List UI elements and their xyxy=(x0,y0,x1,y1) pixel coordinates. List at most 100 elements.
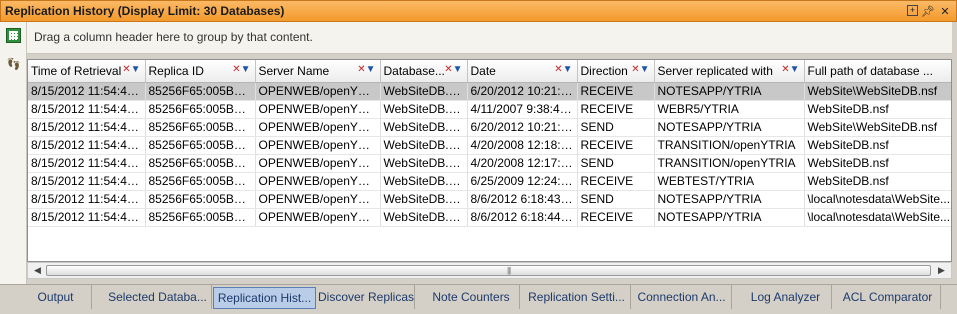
horizontal-scrollbar[interactable]: ◀ ||| ▶ xyxy=(27,262,952,279)
table-cell: OPENWEB/openYTRIA xyxy=(255,82,381,101)
table-cell: SEND xyxy=(577,118,655,137)
column-header-label: Replica ID xyxy=(148,63,204,78)
table-cell: 6/20/2012 10:21:4... xyxy=(467,118,578,137)
table-row[interactable]: 8/15/2012 11:54:41 ... 85256F65:005B578F O… xyxy=(28,190,951,209)
table-cell: 6/20/2012 10:21:4... xyxy=(467,82,578,101)
table-cell: 85256F65:005B578F xyxy=(145,136,256,155)
table-cell: NOTESAPP/YTRIA xyxy=(654,190,805,209)
table-cell: RECEIVE xyxy=(577,172,655,191)
column-header-label: Time of Retrieval xyxy=(31,63,122,78)
table-cell: 85256F65:005B578F xyxy=(145,82,256,101)
filter-icon[interactable]: ✕▼ xyxy=(631,64,649,75)
grid-view-icon[interactable] xyxy=(6,28,21,43)
column-header-label: Date xyxy=(470,63,496,78)
table-cell: NOTESAPP/YTRIA xyxy=(654,118,805,137)
tab[interactable]: Log Analyzer xyxy=(740,285,832,309)
tab-label: Replication Hist... xyxy=(217,291,312,305)
scroll-left-icon[interactable]: ◀ xyxy=(30,264,45,277)
table-cell: 8/6/2012 6:18:43 ... xyxy=(467,190,578,209)
table-cell: WebSiteDB.nsf xyxy=(380,118,468,137)
tab[interactable]: Selected Databa... xyxy=(104,285,212,309)
close-icon[interactable]: ✕ xyxy=(938,4,952,18)
restore-icon[interactable]: + xyxy=(907,5,918,16)
table-cell: WebSite\WebSiteDB.nsf xyxy=(804,82,951,101)
table-cell: 8/15/2012 11:54:41 ... xyxy=(28,172,146,191)
tab[interactable]: Discover Replicas xyxy=(318,285,415,309)
scroll-right-icon[interactable]: ▶ xyxy=(934,264,949,277)
filter-icon[interactable]: ✕▼ xyxy=(444,64,462,75)
window-controls: + 📌︎ ✕ xyxy=(907,4,952,18)
tab-label: Log Analyzer xyxy=(750,290,821,304)
table-row[interactable]: 8/15/2012 11:54:41 ... 85256F65:005B578F O… xyxy=(28,172,951,191)
table-cell: WebSiteDB.nsf xyxy=(380,154,468,173)
table-cell: WebSiteDB.nsf xyxy=(380,190,468,209)
group-by-area[interactable]: Drag a column header here to group by th… xyxy=(27,22,952,54)
table-row[interactable]: 8/15/2012 11:54:41 ... 85256F65:005B578F O… xyxy=(28,82,951,101)
table-row[interactable]: 8/15/2012 11:54:41 ... 85256F65:005B578F O… xyxy=(28,100,951,119)
table-cell: 8/15/2012 11:54:41 ... xyxy=(28,136,146,155)
table-row[interactable]: 8/15/2012 11:54:41 ... 85256F65:005B578F O… xyxy=(28,208,951,227)
tab[interactable]: Note Counters xyxy=(423,285,520,309)
tab-label: Discover Replicas xyxy=(318,290,415,304)
replication-history-grid: Time of Retrieval ✕▼ Replica ID ✕▼ Server Na… xyxy=(27,59,952,262)
table-cell: WEBTEST/YTRIA xyxy=(654,172,805,191)
tab[interactable]: ACL Comparator xyxy=(835,285,941,309)
filter-icon[interactable]: ✕▼ xyxy=(122,64,140,75)
table-cell: 85256F65:005B578F xyxy=(145,208,256,227)
tab[interactable]: Replication Hist... xyxy=(213,287,316,309)
column-header[interactable]: Direction ✕▼ xyxy=(577,60,655,83)
table-cell: SEND xyxy=(577,154,655,173)
table-cell: 4/20/2008 12:17:3... xyxy=(467,154,578,173)
column-header[interactable]: Server replicated with ✕▼ xyxy=(654,60,805,83)
table-row[interactable]: 8/15/2012 11:54:41 ... 85256F65:005B578F O… xyxy=(28,154,951,173)
tab-label: Note Counters xyxy=(432,290,510,304)
filter-icon[interactable]: ✕▼ xyxy=(554,64,572,75)
column-header-label: Full path of database ... xyxy=(807,63,933,78)
tab-label: ACL Comparator xyxy=(842,290,933,304)
table-cell: 85256F65:005B578F xyxy=(145,190,256,209)
table-cell: TRANSITION/openYTRIA xyxy=(654,154,805,173)
table-cell: WebSiteDB.nsf xyxy=(380,100,468,119)
table-cell: TRANSITION/openYTRIA xyxy=(654,136,805,155)
column-header-label: Database... xyxy=(383,63,445,78)
column-header[interactable]: Date ✕▼ xyxy=(467,60,578,83)
table-cell: 85256F65:005B578F xyxy=(145,118,256,137)
scroll-thumb[interactable]: ||| xyxy=(46,265,931,276)
tab-label: Connection An... xyxy=(637,290,726,304)
column-header[interactable]: Server Name ✕▼ xyxy=(255,60,381,83)
table-cell: 8/15/2012 11:54:41 ... xyxy=(28,190,146,209)
filter-icon[interactable]: ✕▼ xyxy=(781,64,799,75)
tab[interactable]: Connection An... xyxy=(632,285,732,309)
table-row[interactable]: 8/15/2012 11:54:41 ... 85256F65:005B578F O… xyxy=(28,118,951,137)
table-cell: 85256F65:005B578F xyxy=(145,100,256,119)
table-row[interactable]: 8/15/2012 11:54:41 ... 85256F65:005B578F O… xyxy=(28,136,951,155)
column-header[interactable]: Full path of database ... xyxy=(804,60,951,83)
grip-icon: ||| xyxy=(507,266,511,275)
column-header-label: Server Name xyxy=(258,63,330,78)
table-cell: 85256F65:005B578F xyxy=(145,172,256,191)
table-cell: 8/15/2012 11:54:41 ... xyxy=(28,118,146,137)
table-cell: OPENWEB/openYTRIA xyxy=(255,118,381,137)
tab[interactable]: Replication Setti... xyxy=(523,285,631,309)
footprints-icon[interactable]: 👣︎ xyxy=(6,56,21,71)
table-cell: WebSiteDB.nsf xyxy=(380,82,468,101)
column-header[interactable]: Time of Retrieval ✕▼ xyxy=(28,60,146,83)
table-cell: OPENWEB/openYTRIA xyxy=(255,208,381,227)
table-cell: 8/15/2012 11:54:41 ... xyxy=(28,100,146,119)
table-cell: NOTESAPP/YTRIA xyxy=(654,82,805,101)
filter-icon[interactable]: ✕▼ xyxy=(232,64,250,75)
table-cell: WebSiteDB.nsf xyxy=(380,136,468,155)
header-row: Time of Retrieval ✕▼ Replica ID ✕▼ Server Na… xyxy=(28,60,951,83)
column-header[interactable]: Replica ID ✕▼ xyxy=(145,60,256,83)
column-header-label: Server replicated with xyxy=(657,63,773,78)
table-cell: OPENWEB/openYTRIA xyxy=(255,190,381,209)
table-cell: NOTESAPP/YTRIA xyxy=(654,208,805,227)
table-cell: 8/15/2012 11:54:41 ... xyxy=(28,154,146,173)
table-cell: WebSiteDB.nsf xyxy=(380,208,468,227)
column-header-label: Direction xyxy=(580,63,628,78)
pin-icon[interactable]: 📌︎ xyxy=(921,4,935,18)
column-header[interactable]: Database... ✕▼ xyxy=(380,60,468,83)
tab[interactable]: Output xyxy=(20,285,92,309)
filter-icon[interactable]: ✕▼ xyxy=(357,64,375,75)
table-cell: RECEIVE xyxy=(577,208,655,227)
